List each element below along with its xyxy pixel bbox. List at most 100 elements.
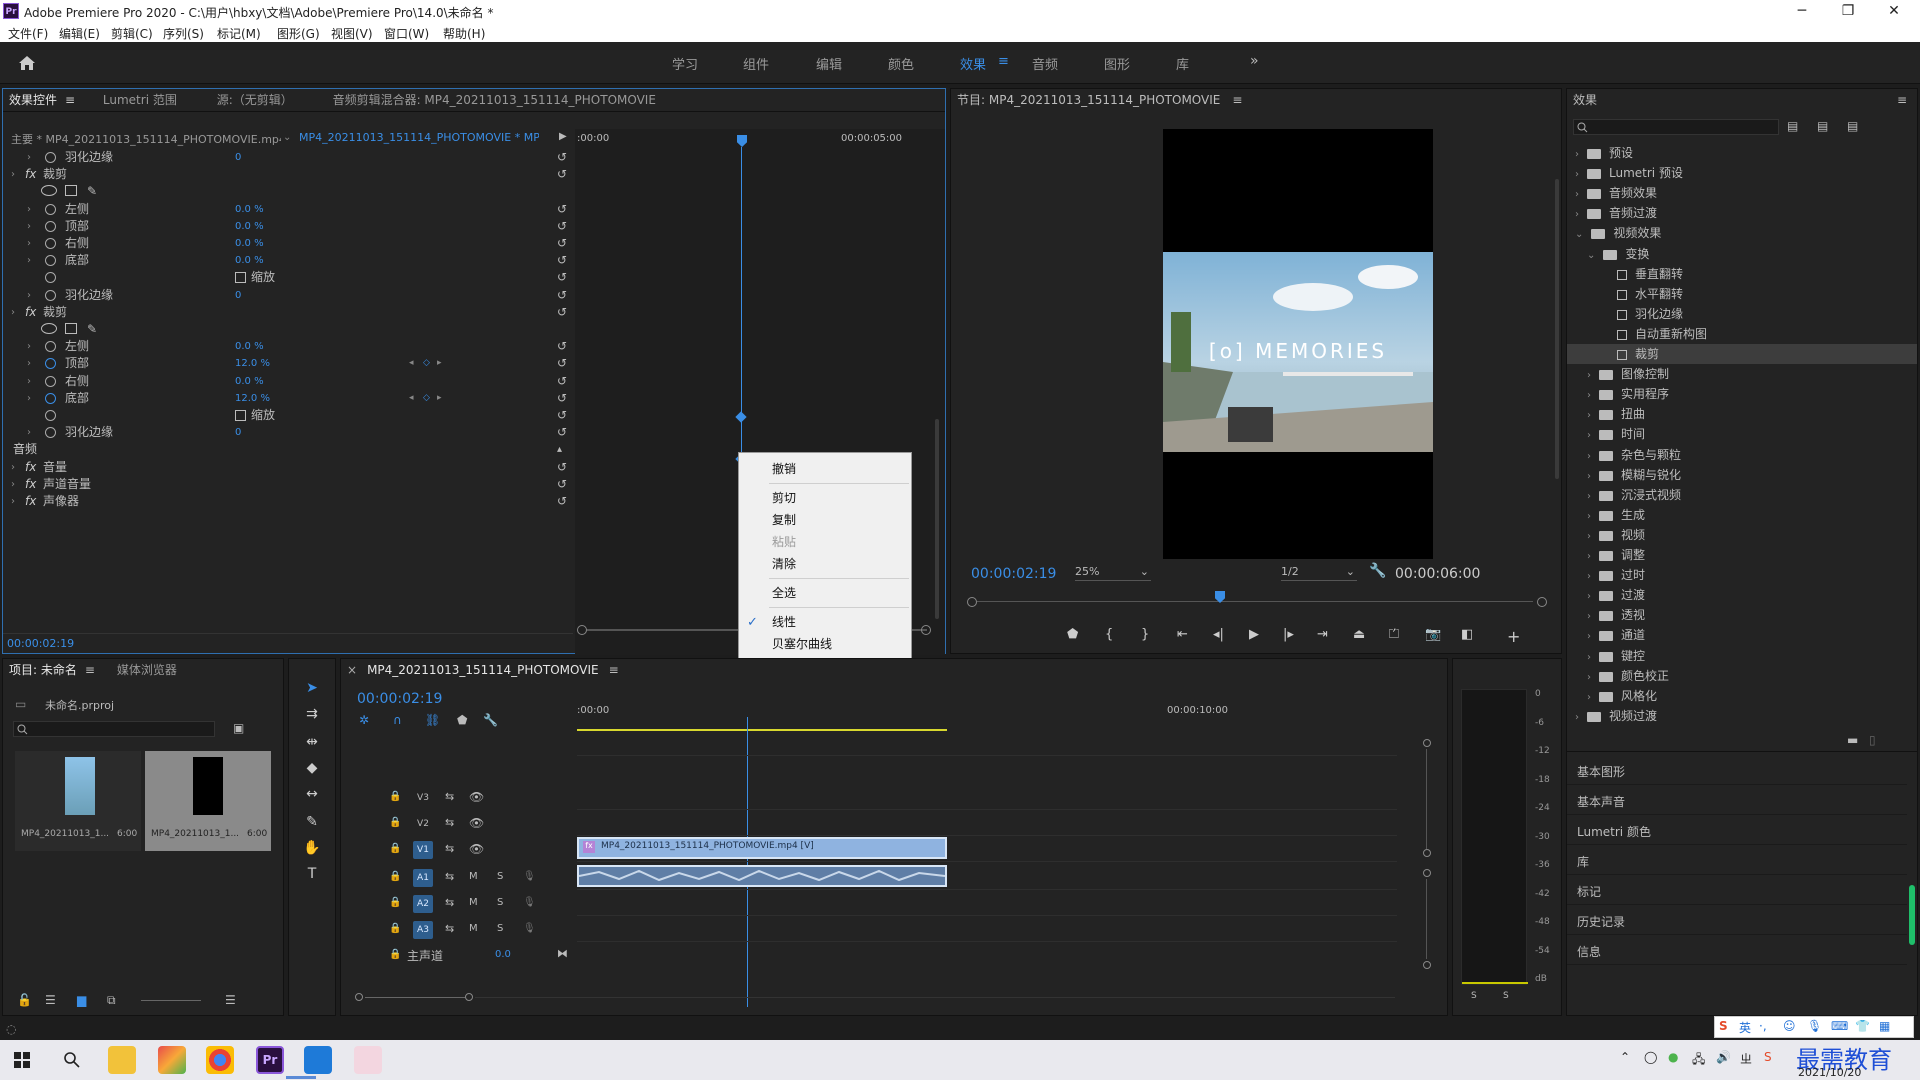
add-marker-icon[interactable]: ⬟ [1067, 627, 1078, 642]
delete-icon[interactable]: ▯ [1869, 733, 1876, 747]
ime-toolbar[interactable]: S 英 ·, ☺ 🎙 ⌨ 👕 ▦ [1714, 1016, 1914, 1038]
expand-chevron-icon[interactable]: › [1575, 149, 1579, 160]
tab-lumetri-scopes[interactable]: Lumetri 范围 [103, 93, 177, 107]
accelerated-effects-icon[interactable]: ▤ [1787, 119, 1798, 133]
track-sync-lock-icon[interactable]: ⇆ [445, 842, 454, 855]
wrench-icon[interactable]: 🔧 [1369, 563, 1386, 579]
expand-chevron-icon[interactable]: › [1587, 511, 1591, 522]
master-volume-value[interactable]: 0.0 [495, 949, 511, 960]
project-item-2[interactable]: MP4_20211013_1... 6:00 [145, 751, 271, 851]
expand-chevron-icon[interactable]: › [11, 304, 15, 321]
effects-tree-item[interactable]: › 音频过渡 [1567, 203, 1917, 223]
app-icon-blue[interactable] [304, 1046, 332, 1074]
effects-tree-item[interactable]: › 颜色校正 [1567, 666, 1917, 686]
timeline-vscroll-bottom[interactable] [1423, 961, 1431, 969]
program-zoom-left[interactable] [967, 597, 977, 607]
next-keyframe-icon[interactable]: ▸ [437, 355, 442, 372]
effects-tree-item[interactable]: › 时间 [1567, 424, 1917, 444]
reset-icon[interactable]: ↺ [557, 269, 567, 286]
new-bin-icon[interactable]: ▬ [1847, 733, 1858, 747]
expand-chevron-icon[interactable]: › [1587, 430, 1591, 441]
workspace-libraries[interactable]: 库 [1176, 54, 1189, 73]
collapse-chevron-icon[interactable]: ⌄ [1587, 250, 1595, 261]
ec-current-time[interactable]: 00:00:02:19 [7, 637, 74, 650]
reset-icon[interactable]: ↺ [557, 166, 567, 183]
eye-icon[interactable]: 👁 [469, 816, 484, 830]
expand-chevron-icon[interactable]: › [1587, 631, 1591, 642]
effects-tree-item[interactable]: › 沉浸式视频 [1567, 485, 1917, 505]
close-sequence-icon[interactable]: × [347, 663, 357, 677]
effects-panel-scrollbar[interactable] [1909, 885, 1915, 945]
expand-chevron-icon[interactable]: › [27, 287, 31, 304]
menu-file[interactable]: 文件(F) [8, 25, 48, 42]
track-label-v2[interactable]: V2 [413, 815, 433, 833]
workspace-menu-icon[interactable]: ≡ [998, 54, 1009, 69]
play-clip-icon[interactable]: ▶ [559, 131, 567, 142]
play-icon[interactable]: ▶ [1249, 627, 1259, 642]
collapsed-panel-0[interactable]: 基本图形 [1567, 759, 1907, 785]
timeline-timecode[interactable]: 00:00:02:19 [357, 691, 442, 707]
expand-chevron-icon[interactable]: › [27, 201, 31, 218]
expand-chevron-icon[interactable]: › [11, 459, 15, 476]
expand-chevron-icon[interactable]: › [27, 390, 31, 407]
property-value[interactable]: 12.0 % [235, 390, 270, 407]
track-lock-icon[interactable]: 🔒 [389, 923, 401, 934]
menu-graphics[interactable]: 图形(G) [277, 25, 320, 42]
workspace-assembly[interactable]: 组件 [743, 54, 769, 73]
meter-solo-left[interactable]: S [1471, 991, 1477, 1001]
reset-icon[interactable]: ↺ [557, 218, 567, 235]
audio-clip[interactable] [577, 865, 947, 887]
stopwatch-icon[interactable] [45, 427, 56, 438]
stopwatch-icon[interactable] [45, 204, 56, 215]
ime-toolbox-icon[interactable]: ▦ [1879, 1019, 1890, 1033]
reset-icon[interactable]: ↺ [557, 235, 567, 252]
yuv-effects-icon[interactable]: ▤ [1847, 119, 1858, 133]
expand-chevron-icon[interactable]: › [1587, 692, 1591, 703]
solo-button[interactable]: S [497, 923, 503, 934]
export-frame-icon[interactable]: 📷 [1425, 627, 1441, 642]
effects-tree-item[interactable]: › 生成 [1567, 505, 1917, 525]
pen-mask-icon[interactable]: ✎ [87, 321, 97, 338]
collapsed-panel-4[interactable]: 标记 [1567, 879, 1907, 905]
track-sync-lock-icon[interactable]: ⇆ [445, 790, 454, 803]
expand-chevron-icon[interactable]: › [27, 355, 31, 372]
menu-sequence[interactable]: 序列(S) [163, 25, 204, 42]
effects-tree-item[interactable]: › 音频效果 [1567, 183, 1917, 203]
ime-punctuation-icon[interactable]: ·, [1759, 1019, 1767, 1033]
checkbox[interactable] [235, 410, 246, 421]
effects-tree-item[interactable]: › 图像控制 [1567, 364, 1917, 384]
effects-tree-item[interactable]: ⌄ 视频效果 [1567, 223, 1917, 243]
menu-clip[interactable]: 剪辑(C) [111, 25, 153, 42]
mark-in-icon[interactable]: { [1105, 627, 1113, 642]
voice-record-icon[interactable]: 🎙 [523, 871, 536, 882]
meter-solo-right[interactable]: S [1503, 991, 1509, 1001]
property-value[interactable]: 0.0 % [235, 373, 264, 390]
eye-icon[interactable]: 👁 [469, 842, 484, 856]
sequence-clip-label[interactable]: MP4_20211013_151114_PHOTOMOVIE * MP4... [299, 131, 539, 144]
expand-chevron-icon[interactable]: › [27, 252, 31, 269]
ime-keyboard-icon[interactable]: ⌨ [1831, 1019, 1848, 1033]
expand-chevron-icon[interactable]: › [27, 338, 31, 355]
add-keyframe-icon[interactable]: ◇ [423, 355, 430, 372]
expand-chevron-icon[interactable]: › [1587, 471, 1591, 482]
next-keyframe-icon[interactable]: ▸ [437, 390, 442, 407]
stopwatch-icon[interactable] [45, 393, 56, 404]
context-menu-item[interactable]: 线性 ✓ [739, 612, 911, 633]
stopwatch-icon[interactable] [45, 410, 56, 421]
track-sync-lock-icon[interactable]: ⇆ [445, 896, 454, 909]
expand-chevron-icon[interactable]: › [11, 476, 15, 493]
expand-chevron-icon[interactable]: › [1587, 451, 1591, 462]
context-menu-item[interactable]: 全选 [739, 583, 911, 604]
track-label-a1[interactable]: A1 [413, 869, 433, 887]
effects-tree-item[interactable]: › 视频过渡 [1567, 706, 1917, 726]
tab-source[interactable]: 源:（无剪辑） [217, 93, 293, 107]
tray-sogou-icon[interactable]: S [1764, 1050, 1772, 1064]
minimize-button[interactable]: ─ [1782, 2, 1822, 20]
stopwatch-icon[interactable] [45, 152, 56, 163]
property-value[interactable]: 0.0 % [235, 338, 264, 355]
reset-icon[interactable]: ↺ [557, 493, 567, 510]
effects-tree-item[interactable]: › 风格化 [1567, 686, 1917, 706]
comparison-view-icon[interactable]: ◧ [1461, 627, 1473, 642]
menu-window[interactable]: 窗口(W) [384, 25, 429, 42]
tray-chevron-icon[interactable]: ⌃ [1620, 1050, 1630, 1064]
